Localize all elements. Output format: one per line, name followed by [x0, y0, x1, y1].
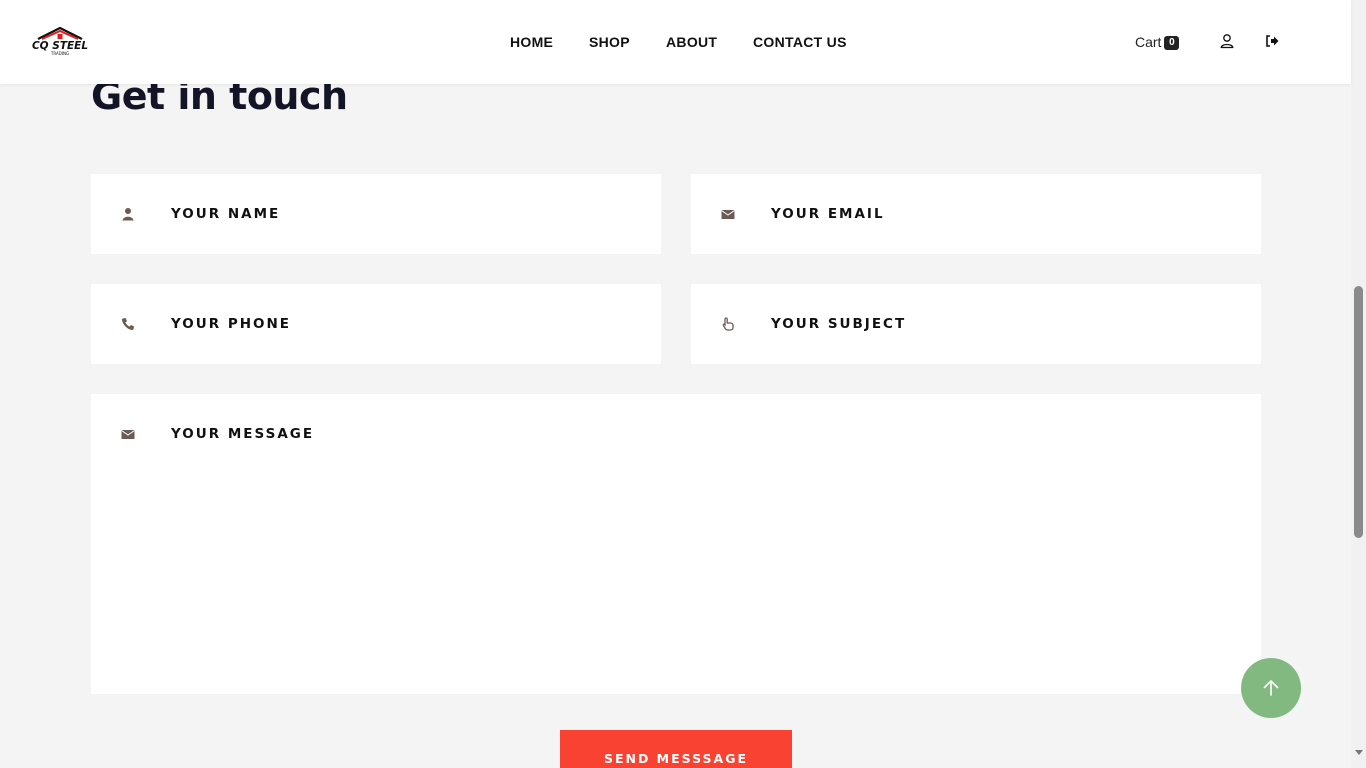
- scrollbar-thumb[interactable]: [1354, 286, 1363, 538]
- name-placeholder: YOUR NAME: [171, 206, 281, 222]
- subject-placeholder: YOUR SUBJECT: [771, 316, 907, 332]
- user-icon[interactable]: [1219, 33, 1235, 49]
- sign-out-icon[interactable]: [1264, 33, 1280, 49]
- nav-shop[interactable]: SHOP: [589, 34, 630, 50]
- message-placeholder: YOUR MESSAGE: [171, 426, 315, 442]
- envelope-icon: [721, 207, 735, 221]
- message-textarea[interactable]: YOUR MESSAGE: [91, 394, 1261, 694]
- arrow-up-icon: [1263, 680, 1279, 696]
- pointing-hand-icon: [721, 317, 735, 331]
- logo[interactable]: CQ STEEL TRADING: [24, 26, 96, 56]
- email-field[interactable]: YOUR EMAIL: [691, 174, 1261, 254]
- email-placeholder: YOUR EMAIL: [771, 206, 885, 222]
- nav-home[interactable]: HOME: [510, 34, 553, 50]
- back-to-top-button[interactable]: [1241, 658, 1301, 718]
- cart-link[interactable]: Cart 0: [1135, 34, 1180, 50]
- scroll-down-arrow-icon[interactable]: [1355, 750, 1363, 755]
- page-scrollbar[interactable]: [1351, 0, 1366, 768]
- site-header: CQ STEEL TRADING HOME SHOP ABOUT CONTACT…: [0, 0, 1351, 84]
- user-icon: [121, 207, 135, 221]
- phone-placeholder: YOUR PHONE: [171, 316, 292, 332]
- phone-icon: [121, 317, 135, 331]
- send-message-button[interactable]: SEND MESSSAGE: [560, 730, 792, 768]
- subject-field[interactable]: YOUR SUBJECT: [691, 284, 1261, 364]
- nav-about[interactable]: ABOUT: [666, 34, 717, 50]
- name-field[interactable]: YOUR NAME: [91, 174, 661, 254]
- cart-label: Cart: [1135, 34, 1162, 50]
- phone-field[interactable]: YOUR PHONE: [91, 284, 661, 364]
- envelope-icon: [121, 427, 135, 441]
- svg-text:TRADING: TRADING: [50, 51, 69, 56]
- nav-contact-us[interactable]: CONTACT US: [753, 34, 847, 50]
- cart-count-badge: 0: [1164, 36, 1180, 50]
